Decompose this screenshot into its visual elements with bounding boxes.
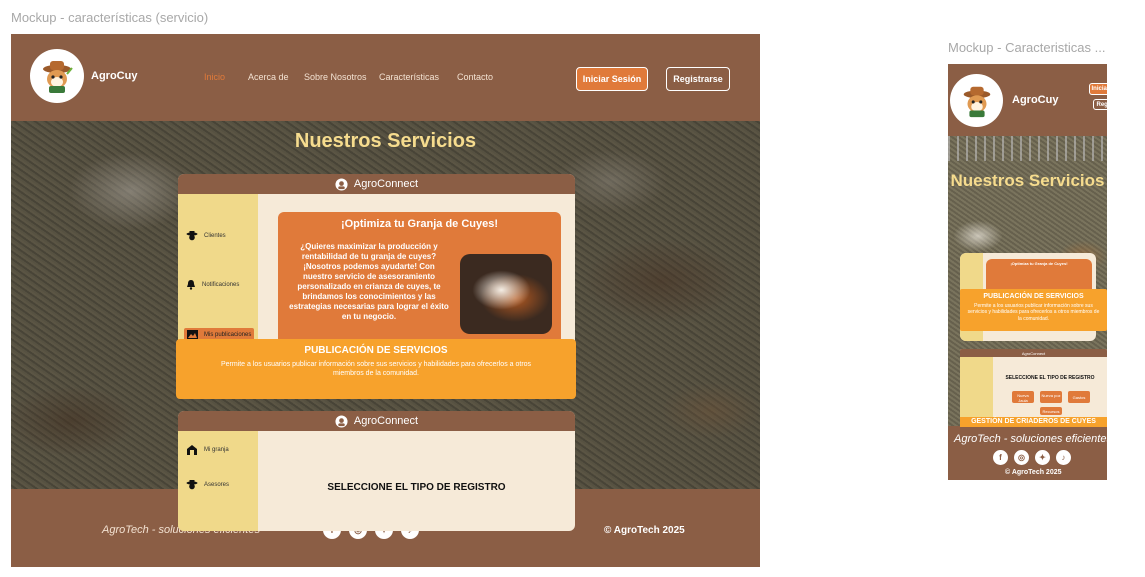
desktop-mockup: AgroCuy Inicio Acerca de Sobre Nosotros … (11, 34, 760, 567)
brand-name[interactable]: AgroCuy (1012, 94, 1058, 106)
publication-text: Permite a los usuarios publicar informac… (220, 361, 532, 377)
app-name: AgroConnect (353, 415, 419, 427)
desktop-frame-label: Mockup - características (servicio) (11, 10, 209, 25)
login-button[interactable]: Iniciar Sesión (576, 67, 648, 91)
nav-caracteristicas[interactable]: Características (379, 72, 439, 82)
guinea-pig-farmer-logo-icon (963, 86, 990, 117)
brand-logo[interactable] (950, 74, 1003, 127)
promo-text: ¿Quieres maximizar la producción y renta… (289, 242, 449, 321)
app-logo-icon (335, 414, 348, 428)
login-button[interactable]: Iniciar Sesión (1089, 83, 1107, 95)
barn-icon (187, 445, 197, 455)
guinea-pig-farmer-logo-icon (43, 61, 73, 93)
register-type-heading: SELECCIONE EL TIPO DE REGISTRO (1005, 375, 1095, 381)
sidebar-item-mi-granja[interactable]: Mi granja (186, 444, 229, 456)
tiktok-icon[interactable]: ♪ (1056, 450, 1071, 465)
canvas: Mockup - características (servicio) Mock… (0, 0, 1145, 577)
promo-title: ¡Optimiza tu Granja de Cuyes! (1010, 261, 1068, 266)
breeding-management-banner: GESTIÓN DE CRIADEROS DE CUYES (960, 417, 1107, 427)
publication-title: PUBLICACIÓN DE SERVICIOS (304, 345, 448, 356)
app-name: AgroConnect (353, 178, 419, 190)
agroconnect-card-preview: AgroConnect Clientes Notificaciones Mis … (178, 174, 575, 364)
new-poz-button[interactable]: Nueva poz (1040, 391, 1062, 403)
publication-banner: PUBLICACIÓN DE SERVICIOS Permite a los u… (176, 339, 576, 399)
sidebar-item-label: Clientes (204, 233, 226, 239)
agroconnect-card-register: AgroConnect Mi granja Asesores SELECCION… (178, 411, 575, 531)
sidebar-item-clientes[interactable]: Clientes (186, 230, 226, 242)
sidebar-item-label: Asesores (204, 482, 230, 488)
resources-button[interactable]: Recursos (1040, 407, 1062, 415)
image-icon (187, 330, 198, 339)
card-header: AgroConnect (178, 411, 575, 431)
guinea-pig-photo (460, 254, 552, 334)
hero-title: Nuestros Servicios (950, 171, 1105, 190)
nav-acerca-de[interactable]: Acerca de (248, 72, 289, 82)
mobile-frame-label: Mockup - Caracteristicas ... (948, 40, 1106, 55)
nav-sobre-nosotros[interactable]: Sobre Nosotros (304, 72, 367, 82)
brand-name[interactable]: AgroCuy (91, 70, 137, 82)
nav-contacto[interactable]: Contacto (457, 72, 493, 82)
bell-icon (187, 280, 195, 290)
agroconnect-card-register: AgroConnect SELECCIONE EL TIPO DE REGIST… (960, 349, 1107, 427)
sidebar-item-asesores[interactable]: Asesores (186, 479, 229, 491)
publication-banner: PUBLICACIÓN DE SERVICIOS Permite a los u… (960, 289, 1107, 331)
publication-text: Permite a los usuarios publicar informac… (967, 303, 1100, 322)
expenses-button[interactable]: Gastos (1068, 391, 1090, 403)
user-hat-icon (186, 480, 198, 490)
hero-title: Nuestros Servicios (294, 130, 477, 152)
promo-title: ¡Optimiza tu Granja de Cuyes! (340, 218, 499, 230)
site-header: AgroCuy Inicio Acerca de Sobre Nosotros … (11, 34, 760, 121)
app-name: AgroConnect (1021, 350, 1046, 356)
facebook-icon[interactable]: f (993, 450, 1008, 465)
nav-inicio[interactable]: Inicio (204, 72, 225, 82)
register-type-heading: SELECCIONE EL TIPO DE REGISTRO (327, 482, 506, 493)
app-sidebar: Mi granja Asesores (178, 431, 258, 531)
card-header: AgroConnect (960, 349, 1107, 357)
sidebar-item-notificaciones[interactable]: Notificaciones (186, 279, 239, 290)
sidebar-item-label: Notificaciones (202, 281, 240, 288)
sidebar-item-label: Mis publicaciones (204, 331, 252, 338)
promo-panel: ¡Optimiza tu Granja de Cuyes! ¿Quieres m… (278, 212, 561, 347)
mobile-mockup: AgroCuy Iniciar Sesión Registrarse ≡ Nue… (948, 64, 1107, 480)
instagram-icon[interactable]: ◎ (1014, 450, 1029, 465)
brand-logo[interactable] (30, 49, 84, 103)
publication-title: PUBLICACIÓN DE SERVICIOS (983, 293, 1084, 300)
breeding-title: GESTIÓN DE CRIADEROS DE CUYES (971, 418, 1096, 425)
app-logo-icon (335, 177, 348, 191)
card-header: AgroConnect (178, 174, 575, 194)
register-button[interactable]: Registrarse (666, 67, 730, 91)
footer-copyright: © AgroTech 2025 (604, 525, 685, 536)
social-links: f ◎ ✦ ♪ (993, 450, 1071, 465)
new-cage-button[interactable]: Nueva Jaula (1012, 391, 1034, 403)
sidebar-item-label: Mi granja (204, 447, 229, 453)
footer-copyright: © AgroTech 2025 (1005, 469, 1062, 476)
register-button[interactable]: Registrarse (1093, 99, 1107, 110)
footer-tagline: AgroTech - soluciones eficientes (954, 433, 1107, 445)
twitter-icon[interactable]: ✦ (1035, 450, 1050, 465)
user-hat-icon (186, 231, 198, 241)
